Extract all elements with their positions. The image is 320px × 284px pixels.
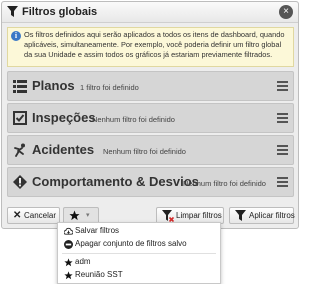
menu-item-label: Apagar conjunto de filtros salvo: [75, 239, 187, 248]
filter-status: Nenhum filtro foi definido: [92, 115, 175, 124]
close-icon: ×: [283, 6, 289, 17]
cancel-label: Cancelar: [24, 211, 57, 220]
global-filters-panel: Filtros globais × i Os filtros definidos…: [1, 1, 299, 229]
filter-status: Nenhum filtro foi definido: [103, 147, 186, 156]
close-button[interactable]: ×: [279, 5, 293, 19]
save-cloud-icon: [64, 227, 73, 235]
filter-status: 1 filtro foi definido: [80, 83, 139, 92]
info-message: i Os filtros definidos aqui serão aplica…: [7, 27, 294, 67]
filter-menu-icon[interactable]: [277, 177, 288, 187]
list-icon: [13, 80, 27, 93]
filter-name: Planos: [32, 78, 75, 93]
info-text: Os filtros definidos aqui serão aplicado…: [24, 30, 285, 59]
filter-menu-icon[interactable]: [277, 81, 288, 91]
checkbox-icon: [13, 111, 27, 125]
clear-filter-icon: [162, 210, 174, 222]
menu-item-label: adm: [75, 257, 91, 266]
filter-row-comportamento-desvios[interactable]: Comportamento & Desvios Nenhum filtro fo…: [7, 167, 294, 197]
funnel-icon: [7, 6, 18, 17]
chevron-down-icon: ▾: [86, 212, 90, 219]
filter-row-planos[interactable]: Planos 1 filtro foi definido: [7, 71, 294, 101]
apply-filters-button[interactable]: Aplicar filtros: [229, 207, 295, 224]
filter-name: Inspeções: [32, 110, 96, 125]
filter-row-inspecoes[interactable]: Inspeções Nenhum filtro foi definido: [7, 103, 294, 133]
filter-menu-icon[interactable]: [277, 145, 288, 155]
title-bar: Filtros globais ×: [2, 2, 298, 23]
falling-person-icon: [14, 143, 25, 157]
funnel-icon: [235, 210, 246, 221]
window-title: Filtros globais: [22, 6, 98, 18]
filter-row-acidentes[interactable]: Acidentes Nenhum filtro foi definido: [7, 135, 294, 165]
minus-circle-icon: [64, 240, 73, 249]
clear-filters-label: Limpar filtros: [176, 211, 222, 220]
info-icon: i: [11, 31, 21, 41]
favorites-menu: Salvar filtros Apagar conjunto de filtro…: [57, 222, 221, 284]
filter-status: Nenhum filtro foi definido: [183, 179, 266, 188]
close-icon: ✕: [13, 210, 22, 221]
filter-name: Comportamento & Desvios: [32, 174, 199, 189]
menu-item-label: Salvar filtros: [75, 226, 120, 235]
star-icon: [64, 271, 73, 280]
star-icon: [69, 210, 80, 221]
warning-diamond-icon: [13, 175, 27, 189]
filter-name: Acidentes: [32, 142, 95, 157]
star-icon: [64, 258, 73, 267]
menu-divider: [62, 253, 216, 254]
filter-menu-icon[interactable]: [277, 113, 288, 123]
apply-filters-label: Aplicar filtros: [249, 211, 295, 220]
menu-item-label: Reunião SST: [75, 270, 123, 279]
cancel-button[interactable]: ✕ Cancelar: [7, 207, 60, 224]
